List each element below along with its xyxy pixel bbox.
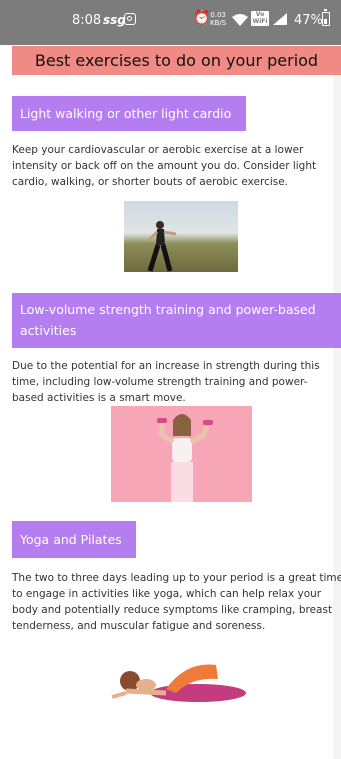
section-body-yoga: The two to three days leading up to your… bbox=[12, 572, 341, 632]
yoga-stretch-image bbox=[106, 641, 257, 708]
dumbbell-woman-image bbox=[111, 406, 252, 502]
section-body-light-cardio: Keep your cardiovascular or aerobic exer… bbox=[12, 144, 317, 188]
volte-top: Vo bbox=[255, 11, 265, 18]
battery-percent: 47% bbox=[294, 13, 323, 28]
instagram-icon bbox=[124, 13, 136, 25]
volte-bottom: WiFi bbox=[252, 18, 268, 25]
page-title: Best exercises to do on your period bbox=[12, 46, 341, 75]
status-bar: 8:08 ssg ⏰ 0.03 KB/S Vo WiFi 47% bbox=[0, 0, 341, 45]
app-badge: ssg bbox=[103, 13, 126, 27]
volte-badge: Vo WiFi bbox=[251, 11, 269, 26]
section-heading-light-cardio: Light walking or other light cardio bbox=[12, 96, 246, 131]
alarm-icon: ⏰ bbox=[193, 10, 211, 26]
wifi-icon bbox=[232, 14, 248, 26]
section-heading-yoga: Yoga and Pilates bbox=[12, 521, 136, 558]
battery-icon bbox=[322, 9, 330, 26]
network-speed-unit: KB/S bbox=[210, 19, 227, 27]
status-time: 8:08 bbox=[72, 13, 102, 28]
section-heading-strength: Low-volume strength training and power-b… bbox=[12, 293, 341, 348]
network-speed: 0.03 KB/S bbox=[210, 11, 226, 27]
section-body-strength: Due to the potential for an increase in … bbox=[12, 360, 320, 404]
signal-icon bbox=[273, 13, 287, 25]
network-speed-value: 0.03 bbox=[210, 11, 226, 19]
walking-woman-image bbox=[124, 201, 238, 272]
